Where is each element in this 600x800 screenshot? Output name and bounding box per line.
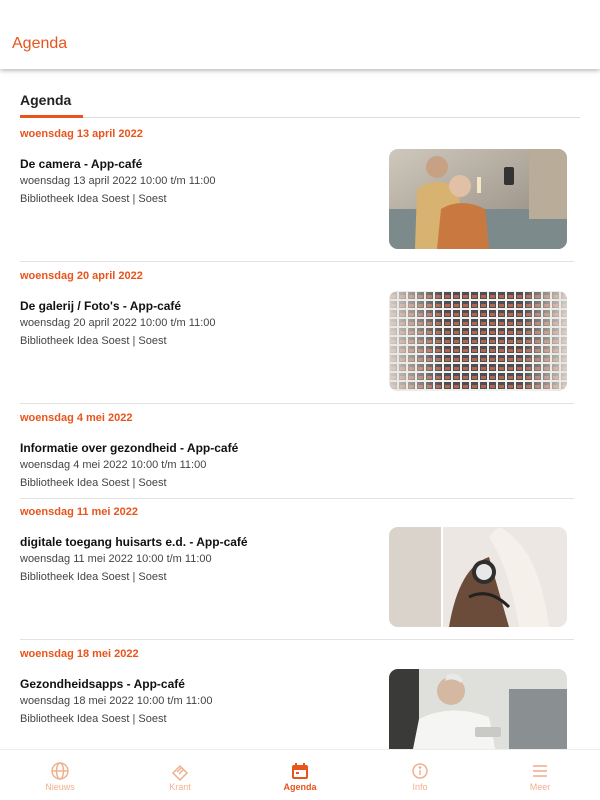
nav-label: Krant <box>169 782 191 792</box>
app-bar: Agenda <box>0 0 600 69</box>
app-title: Agenda <box>12 35 68 52</box>
nav-item-agenda[interactable]: Agenda <box>240 750 360 800</box>
event-divider <box>20 498 574 499</box>
nav-label: Info <box>412 782 428 792</box>
section-divider <box>20 117 580 118</box>
nav-item-meer[interactable]: Meer <box>480 750 600 800</box>
event-time: woensdag 13 april 2022 10:00 t/m 11:00 <box>20 175 216 187</box>
event-thumbnail-seniors-selfie <box>389 149 567 249</box>
event-divider <box>20 639 574 640</box>
section-tab-indicator <box>20 115 83 118</box>
event-time: woensdag 18 mei 2022 10:00 t/m 11:00 <box>20 695 213 707</box>
section-tab-agenda[interactable]: Agenda <box>20 92 71 108</box>
event-item[interactable]: woensdag 11 mei 2022 digitale toegang hu… <box>20 506 574 646</box>
info-icon <box>410 761 430 781</box>
event-thumbnail-blood-pressure <box>389 527 567 627</box>
event-title: De galerij / Foto's - App-café <box>20 299 182 313</box>
event-date: woensdag 18 mei 2022 <box>20 648 139 660</box>
bottom-navigation: Nieuws Krant Agenda Info Meer <box>0 749 600 800</box>
event-date: woensdag 11 mei 2022 <box>20 506 139 518</box>
event-title: digitale toegang huisarts e.d. - App-caf… <box>20 535 248 549</box>
event-divider <box>20 403 574 404</box>
event-time: woensdag 20 april 2022 10:00 t/m 11:00 <box>20 317 216 329</box>
nav-item-krant[interactable]: Krant <box>120 750 240 800</box>
event-item[interactable]: woensdag 20 april 2022 De galerij / Foto… <box>20 270 574 410</box>
event-thumbnail-senior-man <box>389 669 567 749</box>
nav-item-nieuws[interactable]: Nieuws <box>0 750 120 800</box>
event-date: woensdag 13 april 2022 <box>20 128 143 140</box>
event-date: woensdag 20 april 2022 <box>20 270 143 282</box>
event-item[interactable]: woensdag 13 april 2022 De camera - App-c… <box>20 128 574 268</box>
nav-item-info[interactable]: Info <box>360 750 480 800</box>
event-location: Bibliotheek Idea Soest | Soest <box>20 335 167 347</box>
nav-label: Agenda <box>283 782 317 792</box>
agenda-list[interactable]: Agenda woensdag 13 april 2022 De camera … <box>0 69 600 749</box>
event-title: De camera - App-café <box>20 157 143 171</box>
nav-label: Meer <box>529 782 551 792</box>
event-thumbnail-photo-wall <box>389 291 567 391</box>
newspaper-icon <box>170 761 190 782</box>
event-title: Gezondheidsapps - App-café <box>20 677 185 691</box>
globe-icon <box>50 761 70 781</box>
event-title: Informatie over gezondheid - App-café <box>20 441 239 455</box>
event-item[interactable]: woensdag 4 mei 2022 Informatie over gezo… <box>20 412 574 506</box>
event-location: Bibliotheek Idea Soest | Soest <box>20 571 167 583</box>
nav-label: Nieuws <box>45 782 75 792</box>
event-time: woensdag 11 mei 2022 10:00 t/m 11:00 <box>20 553 212 565</box>
event-location: Bibliotheek Idea Soest | Soest <box>20 713 167 725</box>
event-item[interactable]: woensdag 18 mei 2022 Gezondheidsapps - A… <box>20 648 574 749</box>
event-date: woensdag 4 mei 2022 <box>20 412 133 424</box>
event-time: woensdag 4 mei 2022 10:00 t/m 11:00 <box>20 459 207 471</box>
menu-icon <box>530 761 550 781</box>
event-location: Bibliotheek Idea Soest | Soest <box>20 477 167 489</box>
event-divider <box>20 261 574 262</box>
event-location: Bibliotheek Idea Soest | Soest <box>20 193 167 205</box>
calendar-icon <box>290 761 310 781</box>
